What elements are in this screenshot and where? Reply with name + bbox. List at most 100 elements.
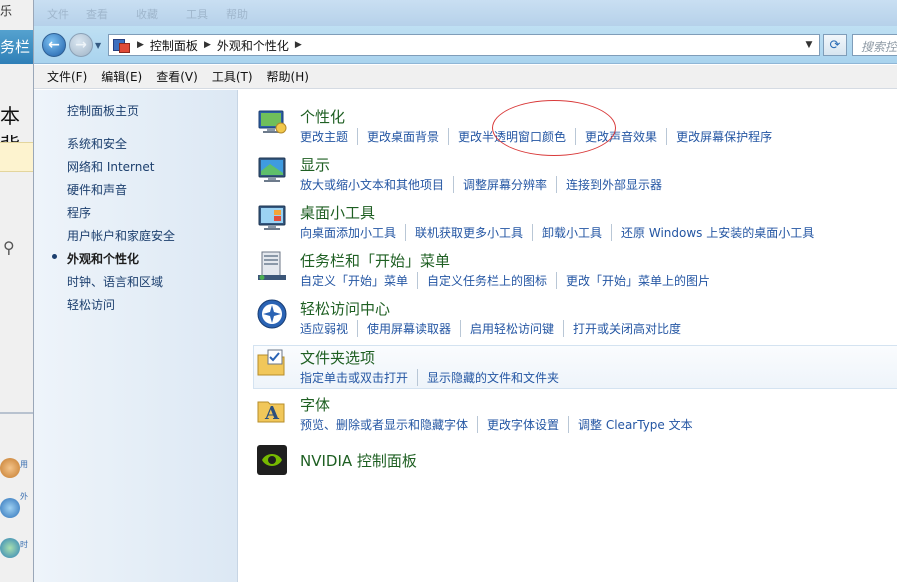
menu-bar: 文件(F) 编辑(E) 查看(V) 工具(T) 帮助(H) <box>34 65 897 89</box>
link-external-display[interactable]: 连接到外部显示器 <box>556 176 671 193</box>
link-single-double-click[interactable]: 指定单击或双击打开 <box>300 369 417 386</box>
category-links: 适应弱视 使用屏幕读取器 启用轻松访问键 打开或关闭高对比度 <box>300 320 690 337</box>
sidebar-item-network[interactable]: 网络和 Internet <box>67 158 154 175</box>
control-panel-window: 文件 查看 收藏 工具 帮助 ← → ▼ ▶ 控制面板 ▶ 外观和个性化 ▶ ▼… <box>34 0 897 582</box>
content-pane: 个性化 更改主题 更改桌面背景 更改半透明窗口颜色 更改声音效果 更改屏幕保护程… <box>239 90 897 582</box>
sidebar-item-ease-of-access[interactable]: 轻松访问 <box>67 296 115 313</box>
appearance-icon <box>0 498 20 518</box>
bg-mini-text: 外 <box>20 492 28 501</box>
sidebar-item-system-security[interactable]: 系统和安全 <box>67 135 127 152</box>
link-low-vision[interactable]: 适应弱视 <box>300 320 357 337</box>
category-fonts: A 字体 预览、删除或者显示和隐藏字体 更改字体设置 调整 ClearType … <box>256 394 897 438</box>
link-change-theme[interactable]: 更改主题 <box>300 128 357 145</box>
svg-text:A: A <box>264 403 280 424</box>
sidebar-item-programs[interactable]: 程序 <box>67 204 91 221</box>
user-icon <box>0 458 20 478</box>
nvidia-icon[interactable] <box>256 444 288 476</box>
link-change-screensaver[interactable]: 更改屏幕保护程序 <box>666 128 781 145</box>
chevron-right-icon[interactable]: ▶ <box>137 40 144 50</box>
menu-tools[interactable]: 工具(T) <box>212 68 253 85</box>
link-text-size[interactable]: 放大或缩小文本和其他项目 <box>300 176 453 193</box>
chevron-right-icon[interactable]: ▶ <box>295 40 302 50</box>
arrow-left-icon: ← <box>48 37 60 53</box>
link-customize-taskbar-icons[interactable]: 自定义任务栏上的图标 <box>417 272 556 289</box>
folder-options-icon[interactable] <box>256 347 288 379</box>
sidebar-item-clock-language[interactable]: 时钟、语言和区域 <box>67 273 163 290</box>
annotation-ellipse <box>492 100 616 156</box>
bg-mini-text: 时 <box>20 540 28 549</box>
address-dropdown-icon[interactable]: ▼ <box>801 35 817 55</box>
faint-menu-item: 收藏 <box>136 8 158 21</box>
sidebar: 控制面板主页 系统和安全 网络和 Internet 硬件和声音 程序 用户帐户和… <box>34 90 238 582</box>
link-font-settings[interactable]: 更改字体设置 <box>477 416 568 433</box>
link-preview-fonts[interactable]: 预览、删除或者显示和隐藏字体 <box>300 416 477 433</box>
category-title[interactable]: 桌面小工具 <box>300 202 375 223</box>
control-panel-icon <box>113 38 131 53</box>
back-button[interactable]: ← <box>42 33 66 57</box>
faint-menu-item: 帮助 <box>226 8 248 21</box>
recent-pages-dropdown[interactable]: ▼ <box>95 41 101 50</box>
search-input[interactable]: 搜索控制 <box>852 34 897 56</box>
bg-mini-text: 用 <box>20 460 28 469</box>
arrow-right-icon: → <box>75 37 87 53</box>
category-title[interactable]: NVIDIA 控制面板 <box>300 450 417 471</box>
bg-text-1: 乐 <box>0 4 13 18</box>
faint-menu-item: 文件 <box>47 8 69 21</box>
link-add-gadgets[interactable]: 向桌面添加小工具 <box>300 224 405 241</box>
ease-of-access-icon[interactable] <box>256 298 288 330</box>
link-customize-start-menu[interactable]: 自定义「开始」菜单 <box>300 272 417 289</box>
faint-menu-item: 查看 <box>86 8 108 21</box>
link-cleartype[interactable]: 调整 ClearType 文本 <box>568 416 702 433</box>
link-screen-reader[interactable]: 使用屏幕读取器 <box>357 320 460 337</box>
menu-file[interactable]: 文件(F) <box>47 68 87 85</box>
category-links: 指定单击或双击打开 显示隐藏的文件和文件夹 <box>300 369 568 386</box>
link-accessibility-keys[interactable]: 启用轻松访问键 <box>460 320 563 337</box>
breadcrumb-control-panel[interactable]: 控制面板 <box>150 37 198 54</box>
category-links: 放大或缩小文本和其他项目 调整屏幕分辨率 连接到外部显示器 <box>300 176 671 193</box>
link-show-hidden-files[interactable]: 显示隐藏的文件和文件夹 <box>417 369 568 386</box>
category-folder-options: 文件夹选项 指定单击或双击打开 显示隐藏的文件和文件夹 <box>253 345 897 389</box>
fonts-icon[interactable]: A <box>256 394 288 426</box>
address-bar[interactable]: ▶ 控制面板 ▶ 外观和个性化 ▶ ▼ <box>108 34 820 56</box>
sidebar-item-user-accounts[interactable]: 用户帐户和家庭安全 <box>67 227 175 244</box>
link-get-more-gadgets[interactable]: 联机获取更多小工具 <box>405 224 532 241</box>
category-title[interactable]: 显示 <box>300 154 330 175</box>
category-gadgets: 桌面小工具 向桌面添加小工具 联机获取更多小工具 卸载小工具 还原 Window… <box>256 202 897 246</box>
bg-separator <box>0 412 33 414</box>
navigation-bar: ← → ▼ ▶ 控制面板 ▶ 外观和个性化 ▶ ▼ ⟳ 搜索控制 <box>34 26 897 64</box>
category-title[interactable]: 字体 <box>300 394 330 415</box>
background-window: 乐 务栏 本背 ⚲ 用 外 时 <box>0 0 34 582</box>
link-high-contrast[interactable]: 打开或关闭高对比度 <box>563 320 690 337</box>
link-restore-gadgets[interactable]: 还原 Windows 上安装的桌面小工具 <box>611 224 823 241</box>
bg-text-2: 务栏 <box>0 38 31 56</box>
faint-menu-item: 工具 <box>186 8 208 21</box>
gadgets-icon[interactable] <box>256 202 288 234</box>
taskbar-icon[interactable] <box>256 250 288 282</box>
category-display: 显示 放大或缩小文本和其他项目 调整屏幕分辨率 连接到外部显示器 <box>256 154 897 198</box>
category-links: 向桌面添加小工具 联机获取更多小工具 卸载小工具 还原 Windows 上安装的… <box>300 224 823 241</box>
category-title[interactable]: 个性化 <box>300 106 345 127</box>
menu-help[interactable]: 帮助(H) <box>267 68 309 85</box>
personalization-icon[interactable] <box>256 106 288 138</box>
menu-edit[interactable]: 编辑(E) <box>101 68 142 85</box>
refresh-button[interactable]: ⟳ <box>823 34 847 56</box>
chevron-right-icon[interactable]: ▶ <box>204 40 211 50</box>
location-icon: ⚲ <box>3 238 15 257</box>
category-links: 自定义「开始」菜单 自定义任务栏上的图标 更改「开始」菜单上的图片 <box>300 272 719 289</box>
sidebar-item-hardware-sound[interactable]: 硬件和声音 <box>67 181 127 198</box>
link-screen-resolution[interactable]: 调整屏幕分辨率 <box>453 176 556 193</box>
link-change-start-picture[interactable]: 更改「开始」菜单上的图片 <box>556 272 719 289</box>
clock-globe-icon <box>0 538 20 558</box>
forward-button[interactable]: → <box>69 33 93 57</box>
category-links: 预览、删除或者显示和隐藏字体 更改字体设置 调整 ClearType 文本 <box>300 416 702 433</box>
display-icon[interactable] <box>256 154 288 186</box>
sidebar-item-appearance[interactable]: 外观和个性化 <box>67 250 139 267</box>
sidebar-item-home[interactable]: 控制面板主页 <box>67 102 139 119</box>
category-title[interactable]: 文件夹选项 <box>300 347 375 368</box>
link-change-desktop-background[interactable]: 更改桌面背景 <box>357 128 448 145</box>
breadcrumb-appearance[interactable]: 外观和个性化 <box>217 37 289 54</box>
category-title[interactable]: 任务栏和「开始」菜单 <box>300 250 450 271</box>
category-title[interactable]: 轻松访问中心 <box>300 298 390 319</box>
link-uninstall-gadget[interactable]: 卸载小工具 <box>532 224 611 241</box>
menu-view[interactable]: 查看(V) <box>156 68 198 85</box>
